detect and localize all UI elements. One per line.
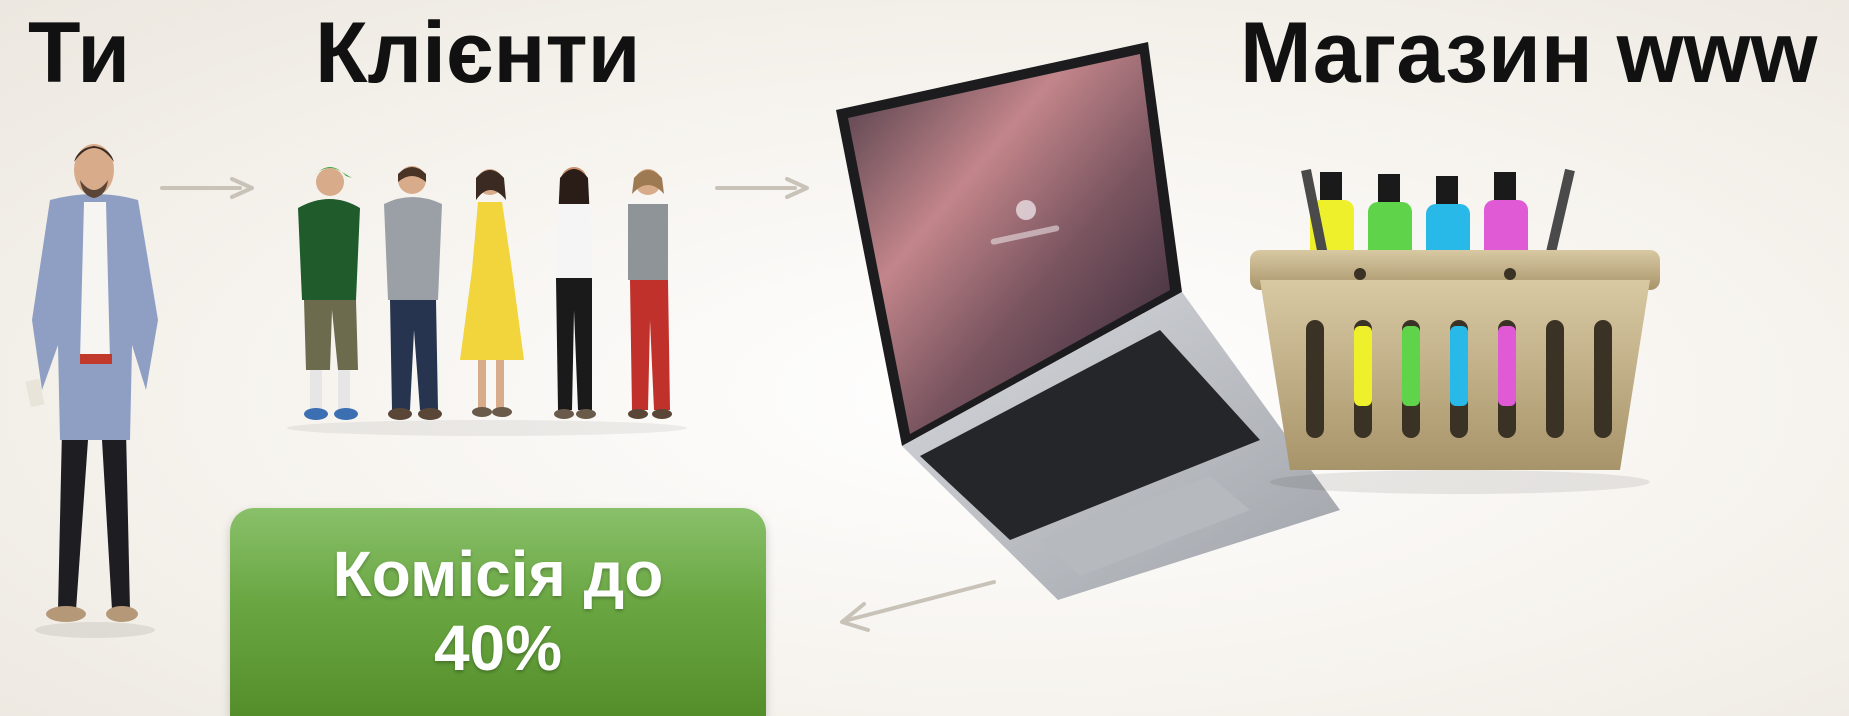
commission-box: Комісія до 40% xyxy=(230,508,766,716)
title-you: Ти xyxy=(28,5,131,101)
arrow-right-icon xyxy=(715,177,809,199)
arrow-right-icon xyxy=(160,177,254,199)
arrow-left-icon xyxy=(840,580,996,632)
person-illustration xyxy=(25,144,158,638)
shopping-basket-illustration xyxy=(1250,168,1660,494)
title-clients: Клієнти xyxy=(315,5,641,101)
commission-text-line2: 40% xyxy=(433,612,563,684)
people-group-illustration xyxy=(287,166,687,436)
commission-text-line1: Комісія до xyxy=(332,538,664,611)
